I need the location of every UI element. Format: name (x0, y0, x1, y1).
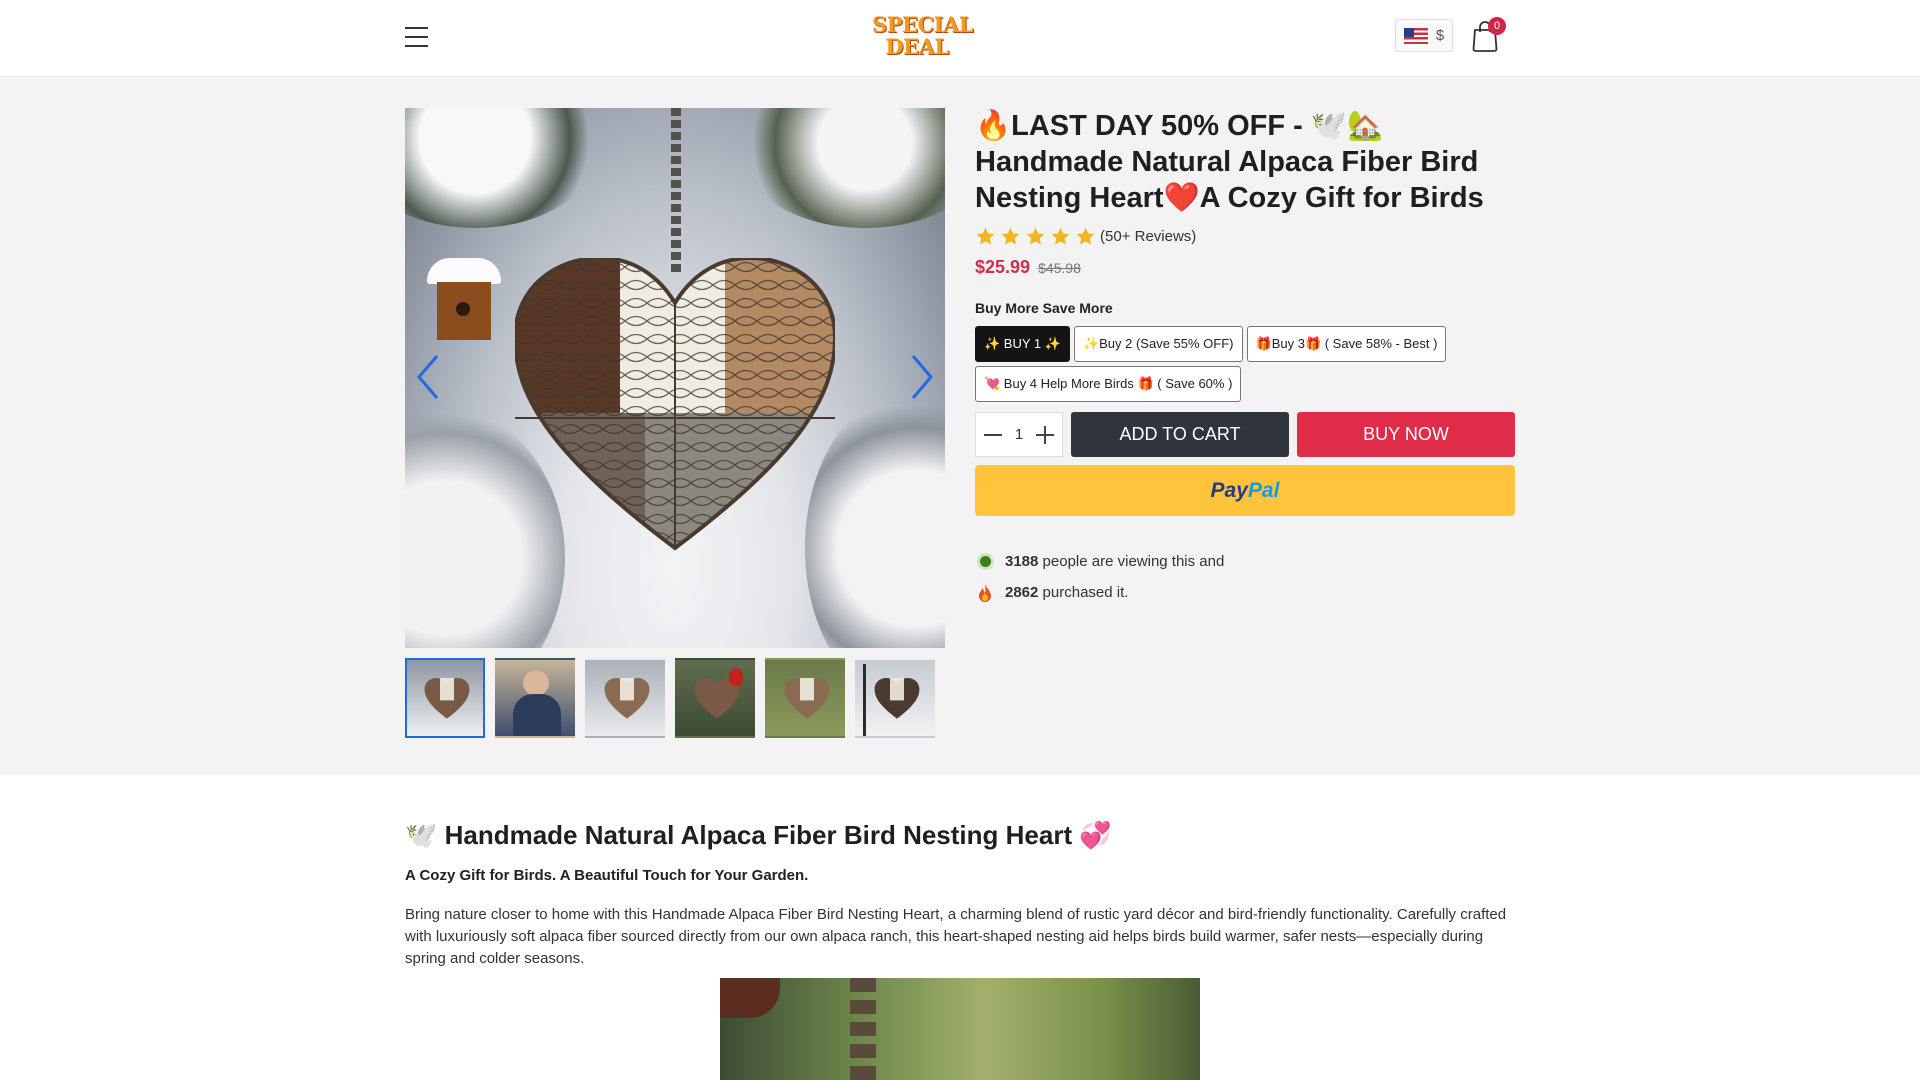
add-to-cart-button[interactable]: ADD TO CART (1071, 412, 1289, 457)
logo[interactable]: SPECIAL DEAL (872, 12, 974, 64)
currency-selector[interactable]: $ (1395, 19, 1453, 52)
thumbnail-6[interactable] (855, 658, 935, 738)
nesting-heart-image (512, 255, 838, 558)
option-buy-1[interactable]: ✨ BUY 1 ✨ (975, 326, 1070, 362)
star-icon (1026, 227, 1045, 245)
site-header: SPECIAL DEAL $ 0 (0, 0, 1920, 77)
viewing-line: 3188 people are viewing this and (975, 546, 1515, 577)
compare-price: $45.98 (1038, 260, 1081, 276)
star-icon (976, 227, 995, 245)
increase-quantity-button[interactable] (1034, 424, 1056, 446)
cart-count-badge: 0 (1488, 17, 1506, 35)
hamburger-menu-icon[interactable] (405, 27, 428, 49)
purchased-text: purchased it. (1042, 584, 1129, 601)
description-heading: 🕊️ Handmade Natural Alpaca Fiber Bird Ne… (405, 820, 1112, 850)
next-image-arrow-icon[interactable] (907, 352, 937, 402)
previous-image-arrow-icon[interactable] (413, 352, 443, 402)
viewing-count: 3188 (1005, 553, 1039, 570)
buy-now-button[interactable]: BUY NOW (1297, 412, 1515, 457)
star-icon (1051, 227, 1070, 245)
logo-line-1: SPECIAL (872, 12, 974, 37)
purchase-row: 1 ADD TO CART BUY NOW (975, 412, 1515, 457)
paypal-logo-part-1: Pay (1210, 478, 1248, 502)
product-description: 🕊️ Handmade Natural Alpaca Fiber Bird Ne… (405, 815, 1515, 970)
birdhouse-image (427, 258, 501, 340)
paypal-button[interactable]: Pay Pal (975, 465, 1515, 516)
option-buy-3[interactable]: 🎁Buy 3🎁 ( Save 58% - Best ) (1246, 326, 1447, 362)
description-image (720, 978, 1200, 1080)
quantity-value[interactable]: 1 (1015, 426, 1023, 443)
sale-price: $25.99 (975, 257, 1031, 277)
logo-line-2: DEAL (885, 34, 949, 59)
us-flag-icon (1403, 27, 1428, 44)
bundle-options-title: Buy More Save More (975, 300, 1113, 316)
purchased-line: 2862 purchased it. (975, 577, 1515, 608)
price-block: $25.99 $45.98 (975, 257, 1515, 278)
fire-icon (979, 583, 991, 602)
decrease-quantity-button[interactable] (982, 424, 1004, 446)
option-buy-2[interactable]: ✨Buy 2 (Save 55% OFF) (1073, 326, 1243, 362)
product-title: 🔥LAST DAY 50% OFF - 🕊️🏡 Handmade Natural… (975, 110, 1484, 214)
product-main-image[interactable] (405, 108, 945, 648)
social-proof: 3188 people are viewing this and 2862 pu… (975, 546, 1515, 608)
currency-symbol: $ (1435, 27, 1445, 44)
viewing-text: people are viewing this and (1042, 553, 1225, 570)
description-subheading: A Cozy Gift for Birds. A Beautiful Touch… (405, 867, 809, 884)
quantity-stepper: 1 (975, 412, 1063, 457)
paypal-logo-part-2: Pal (1247, 478, 1280, 502)
product-section (0, 78, 1920, 775)
star-icon (1001, 227, 1020, 245)
purchased-count: 2862 (1005, 584, 1039, 601)
live-dot-icon (975, 552, 995, 572)
bundle-options: ✨ BUY 1 ✨ ✨Buy 2 (Save 55% OFF) 🎁Buy 3🎁 … (975, 326, 1495, 402)
reviews-count[interactable]: (50+ Reviews) (1100, 228, 1196, 245)
thumbnail-5[interactable] (765, 658, 845, 738)
thumbnail-4[interactable] (675, 658, 755, 738)
description-paragraph: Bring nature closer to home with this Ha… (405, 906, 1507, 967)
thumbnail-3[interactable] (585, 658, 665, 738)
product-info: 🔥LAST DAY 50% OFF - 🕊️🏡 Handmade Natural… (975, 108, 1515, 608)
hanging-chain (671, 108, 681, 273)
thumbnail-1[interactable] (405, 658, 485, 738)
thumbnail-strip (405, 658, 935, 738)
thumbnail-2[interactable] (495, 658, 575, 738)
star-icon (1076, 227, 1095, 245)
option-buy-4[interactable]: 💘 Buy 4 Help More Birds 🎁 ( Save 60% ) (975, 366, 1242, 402)
rating-row[interactable]: (50+ Reviews) (975, 226, 1515, 247)
